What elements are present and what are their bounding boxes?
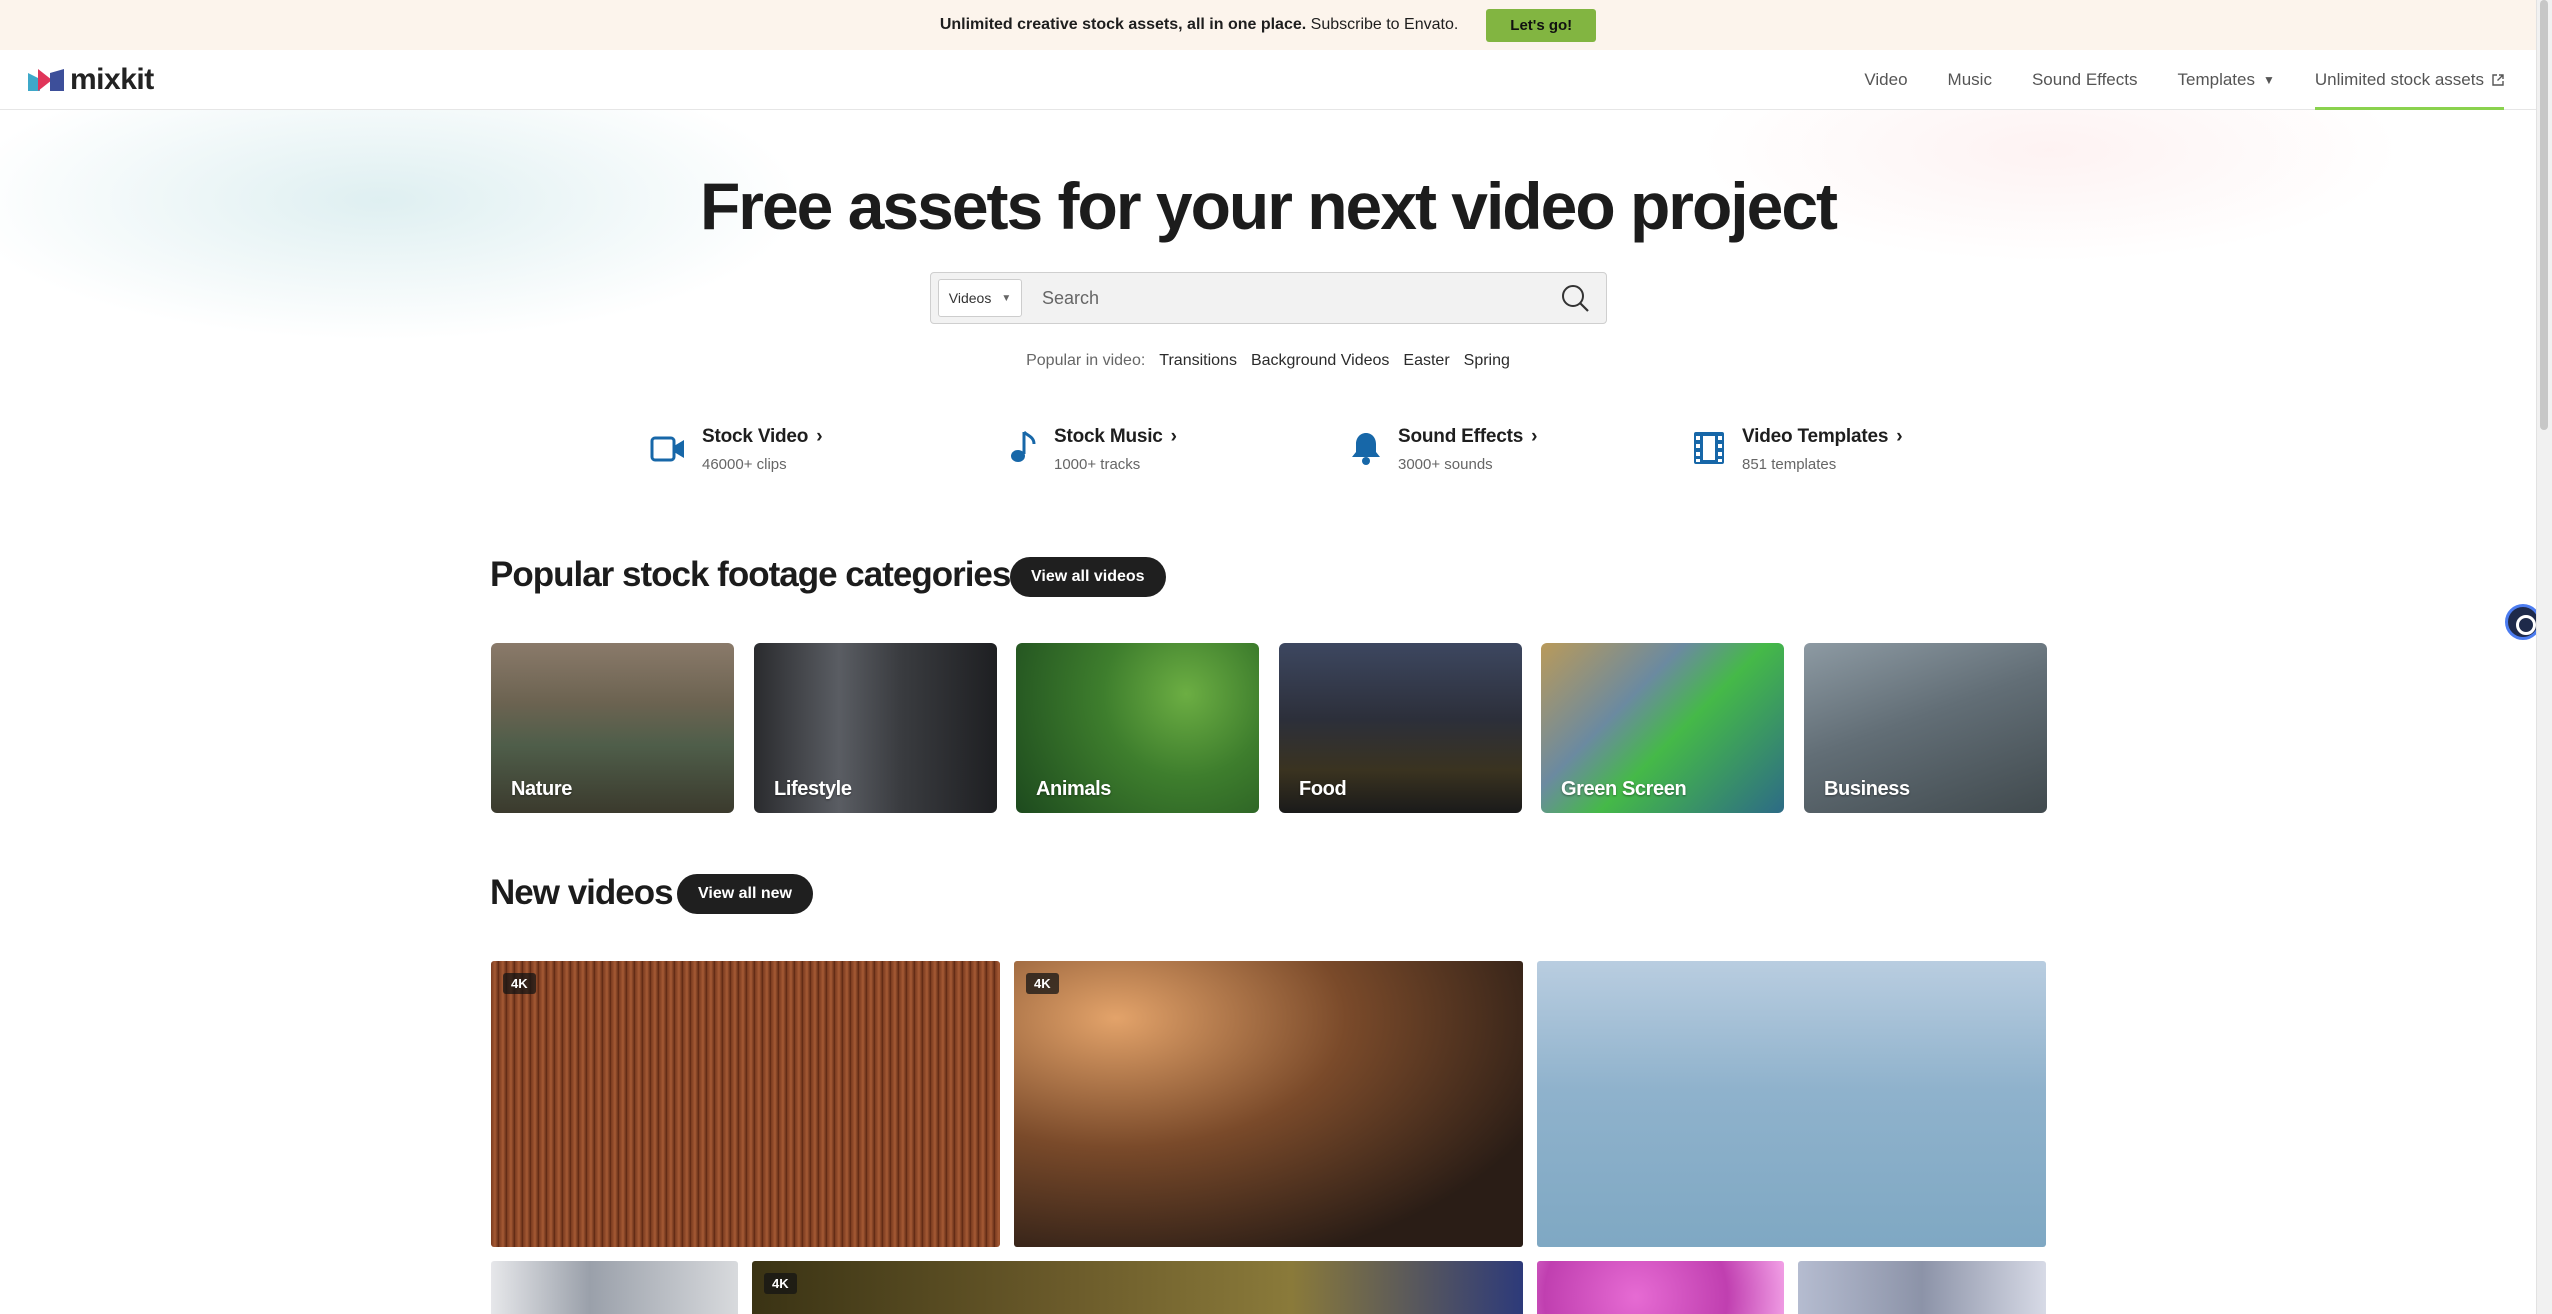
nav-label: Unlimited stock assets: [2314, 70, 2484, 89]
popular-label: Popular in video:: [1026, 352, 1146, 369]
quick-link-title: Video Templates: [1742, 426, 1889, 447]
nav-unlimited-stock-assets[interactable]: Unlimited stock assets: [2314, 50, 2505, 110]
page: Unlimited creative stock assets, all in …: [0, 0, 2552, 1314]
category-label: Lifestyle: [774, 778, 852, 800]
popular-tag-transitions[interactable]: Transitions: [1159, 352, 1237, 370]
lets-go-button[interactable]: Let's go!: [1486, 8, 1597, 42]
search-type-select[interactable]: Videos ▼: [938, 279, 1022, 317]
chevron-right-icon: ›: [1896, 426, 1903, 447]
new-videos-title: New videos: [490, 873, 674, 912]
nav-video[interactable]: Video: [1864, 50, 1907, 110]
search-bar: Videos ▼: [930, 272, 1607, 324]
popular-tag-spring[interactable]: Spring: [1464, 352, 1510, 370]
chevron-right-icon: ›: [816, 426, 823, 447]
quick-link-stock-music[interactable]: Stock Music › 1000+ tracks: [1008, 426, 1177, 473]
nav-templates[interactable]: Templates ▼: [2178, 50, 2275, 110]
film-strip-icon: [1694, 432, 1724, 464]
categories-title: Popular stock footage categories: [490, 555, 1011, 594]
scrollbar-thumb[interactable]: [2540, 0, 2548, 430]
hero-title: Free assets for your next video project: [699, 169, 1838, 243]
quick-link-sound-effects[interactable]: Sound Effects › 3000+ sounds: [1350, 426, 1537, 473]
external-link-icon: [2492, 74, 2504, 86]
mixkit-logo[interactable]: mixkit: [28, 62, 154, 98]
4k-badge: 4K: [764, 1273, 797, 1294]
nav-label: Music: [1947, 70, 1992, 89]
view-all-new-button[interactable]: View all new: [677, 874, 813, 914]
category-label: Business: [1824, 778, 1910, 800]
nav-music[interactable]: Music: [1948, 50, 1992, 110]
quick-link-title: Stock Video: [702, 426, 809, 447]
video-camera-icon: [650, 436, 684, 462]
quick-link-subtitle: 851 templates: [1742, 456, 1837, 473]
category-tile-business[interactable]: Business: [1804, 643, 2047, 813]
category-label: Green Screen: [1561, 778, 1687, 800]
site-header: mixkit Video Music Sound Effects Templat…: [0, 50, 2536, 110]
quick-link-stock-video[interactable]: Stock Video › 46000+ clips: [650, 426, 823, 473]
video-thumbnail[interactable]: 4K: [491, 961, 1000, 1247]
chevron-right-icon: ›: [1531, 426, 1538, 447]
quick-link-subtitle: 3000+ sounds: [1398, 456, 1493, 473]
search-input[interactable]: [1042, 287, 1560, 309]
4k-badge: 4K: [1026, 973, 1059, 994]
music-note-icon: [1011, 430, 1036, 462]
quick-link-subtitle: 46000+ clips: [702, 456, 787, 473]
video-thumbnail[interactable]: [1798, 1261, 2046, 1314]
main-nav: Video Music Sound Effects Templates ▼ Unl…: [1864, 50, 2505, 110]
mixkit-logo-icon: [28, 69, 64, 91]
video-thumbnail[interactable]: 4K: [1014, 961, 1523, 1247]
promo-text: Unlimited creative stock assets, all in …: [940, 16, 1458, 34]
category-tile-nature[interactable]: Nature: [491, 643, 734, 813]
view-all-videos-button[interactable]: View all videos: [1010, 557, 1166, 597]
popular-tag-easter[interactable]: Easter: [1403, 352, 1449, 370]
category-tile-green-screen[interactable]: Green Screen: [1541, 643, 1784, 813]
category-tile-animals[interactable]: Animals: [1016, 643, 1259, 813]
bell-icon: [1352, 433, 1380, 465]
logo-wordmark: mixkit: [70, 63, 154, 96]
nav-label: Templates: [2177, 70, 2255, 89]
quick-link-subtitle: 1000+ tracks: [1054, 456, 1141, 473]
quick-link-video-templates[interactable]: Video Templates › 851 templates: [1692, 426, 1903, 473]
category-tile-lifestyle[interactable]: Lifestyle: [754, 643, 997, 813]
popular-tag-background-videos[interactable]: Background Videos: [1251, 352, 1389, 370]
video-thumbnail[interactable]: 4K: [752, 1261, 1523, 1314]
promo-banner: Unlimited creative stock assets, all in …: [0, 0, 2536, 50]
nav-sound-effects[interactable]: Sound Effects: [2032, 50, 2138, 110]
4k-badge: 4K: [503, 973, 536, 994]
category-tile-food[interactable]: Food: [1279, 643, 1522, 813]
caret-down-icon: ▼: [2262, 73, 2275, 87]
quick-link-title: Sound Effects: [1398, 426, 1524, 447]
video-thumbnail[interactable]: [1537, 1261, 1784, 1314]
search-type-value: Videos: [948, 290, 992, 306]
caret-down-icon: ▼: [1001, 292, 1012, 304]
video-thumbnail[interactable]: [1537, 961, 2046, 1247]
search-icon[interactable]: [1560, 283, 1590, 313]
category-label: Food: [1299, 778, 1347, 800]
category-label: Nature: [511, 778, 572, 800]
category-label: Animals: [1036, 778, 1112, 800]
quick-link-title: Stock Music: [1054, 426, 1163, 447]
video-thumbnail[interactable]: [491, 1261, 738, 1314]
nav-label: Video: [1864, 70, 1908, 89]
chevron-right-icon: ›: [1170, 426, 1177, 447]
nav-label: Sound Effects: [2031, 70, 2138, 89]
popular-tags: Popular in video: Transitions Background…: [0, 352, 2536, 370]
promo-subscribe-text: Subscribe to Envato.: [1310, 16, 1459, 33]
promo-bold-text: Unlimited creative stock assets, all in …: [939, 16, 1307, 33]
